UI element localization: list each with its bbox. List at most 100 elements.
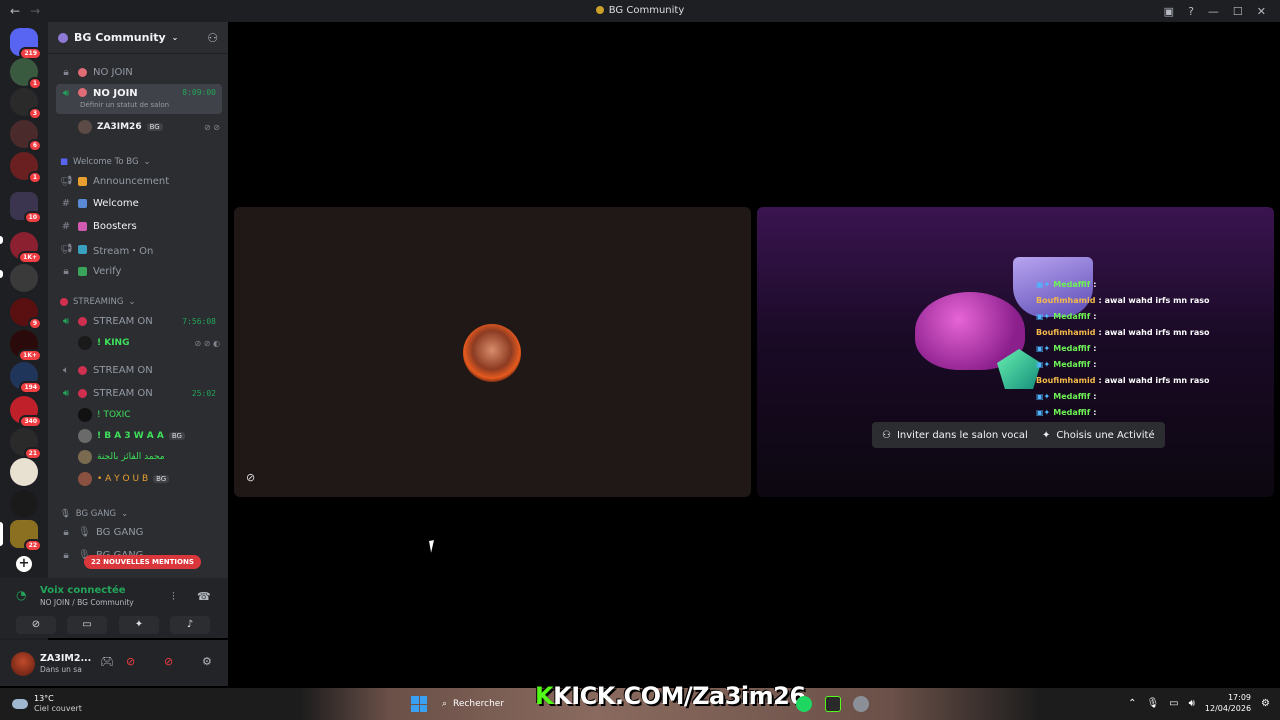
participant-avatar bbox=[463, 324, 521, 382]
server-icon[interactable] bbox=[10, 490, 38, 518]
signal-icon[interactable]: ◔ bbox=[16, 588, 26, 602]
voice-user[interactable]: ! TOXIC bbox=[78, 406, 220, 424]
invite-voice-button[interactable]: ⚇ Inviter dans le salon vocal bbox=[872, 422, 1038, 448]
server-icon-bg-community[interactable]: 22 bbox=[10, 520, 42, 552]
category-welcome[interactable]: ■ Welcome To BG ⌄ bbox=[60, 157, 151, 167]
guild-tag: BG bbox=[168, 432, 185, 440]
server-icon[interactable] bbox=[10, 458, 38, 486]
voice-channel-no-join-active[interactable]: 🔊︎ NO JOIN 8:09:00 Définir un statut de … bbox=[56, 84, 222, 114]
selected-pill bbox=[0, 522, 3, 546]
microphone-icon[interactable]: 🎙︎ bbox=[1146, 698, 1159, 709]
voice-user[interactable]: ! KING ⊘ ⊘ ◐ bbox=[78, 334, 220, 352]
voice-channel-stream-on[interactable]: 🔈︎ STREAM ON bbox=[56, 360, 222, 380]
participant-tile[interactable]: ⊘ bbox=[234, 207, 751, 497]
inbox-icon[interactable]: ▣ bbox=[1164, 5, 1174, 18]
guild-header[interactable]: BG Community ⌄ ⚇ bbox=[48, 22, 228, 54]
notification-icon[interactable]: ⚙ bbox=[1261, 698, 1270, 709]
clock[interactable]: 17:09 12/04/2026 bbox=[1205, 692, 1251, 714]
server-icon[interactable] bbox=[10, 264, 38, 292]
avatar[interactable] bbox=[11, 652, 35, 676]
activity-label: Choisis une Activité bbox=[1056, 429, 1155, 441]
channel-verify[interactable]: 🔒︎ Verify bbox=[56, 261, 222, 281]
badge: 1 bbox=[27, 77, 42, 90]
soundboard-button[interactable]: ♪ bbox=[170, 616, 210, 634]
network-icon[interactable]: ▭ bbox=[1169, 698, 1178, 709]
settings-icon[interactable] bbox=[853, 696, 869, 712]
help-icon[interactable]: ? bbox=[1188, 5, 1194, 18]
channel-welcome[interactable]: # Welcome bbox=[56, 193, 222, 213]
voice-user[interactable]: ! B A 3 W A A BG bbox=[78, 427, 220, 445]
chat-user: Medaffif bbox=[1053, 279, 1091, 289]
voice-user[interactable]: محمد الفائز بالجنة bbox=[78, 448, 220, 466]
voice-channel-stream-on[interactable]: 🔊︎ STREAM ON 7:56:08 bbox=[56, 311, 222, 331]
user-name[interactable]: ZA3IM2... bbox=[40, 653, 91, 664]
server-icon[interactable]: 9 bbox=[10, 298, 42, 330]
choose-activity-button[interactable]: ✦ Choisis une Activité bbox=[1032, 422, 1165, 448]
taskbar-search[interactable]: ⌕ Rechercher bbox=[436, 693, 532, 715]
server-icon[interactable]: 1 bbox=[10, 152, 42, 184]
app-icon[interactable] bbox=[825, 696, 841, 712]
home-button[interactable]: 219 bbox=[10, 28, 42, 60]
badge: 1K+ bbox=[18, 349, 42, 362]
badge: 22 bbox=[23, 539, 42, 552]
voice-location[interactable]: NO JOIN / BG Community bbox=[40, 598, 134, 607]
gear-icon[interactable]: ⚙ bbox=[202, 655, 212, 668]
chevron-up-icon[interactable]: ⌃ bbox=[1128, 698, 1136, 709]
server-icon[interactable]: 21 bbox=[10, 428, 42, 460]
channel-announcement[interactable]: 📢︎ Announcement bbox=[56, 171, 222, 191]
voice-channel-stream-on[interactable]: 🔊︎ STREAM ON 25:02 bbox=[56, 383, 222, 403]
server-icon[interactable]: 340 bbox=[10, 396, 42, 428]
voice-channel-bg-gang[interactable]: 🔒︎ 🎙︎ BG GANG bbox=[56, 522, 222, 542]
chat-user: Medaffif bbox=[1053, 407, 1091, 417]
minimize-button[interactable]: — bbox=[1208, 5, 1219, 18]
voice-status[interactable]: Voix connectée bbox=[40, 585, 126, 596]
maximize-button[interactable]: ☐ bbox=[1233, 5, 1243, 18]
server-icon[interactable]: 3 bbox=[10, 88, 42, 120]
volume-icon[interactable]: 🔊︎ bbox=[1189, 698, 1195, 709]
megaphone-icon: 📢︎ bbox=[60, 175, 73, 187]
mic-muted-icon[interactable]: ⊘ bbox=[126, 655, 135, 668]
guild-tag: BG bbox=[146, 123, 163, 131]
chevron-down-icon: ⌄ bbox=[143, 157, 151, 167]
camera-off-button[interactable]: ⊘ bbox=[16, 616, 56, 634]
chat-message: ▣✦Medaffif: bbox=[1036, 276, 1256, 292]
close-button[interactable]: ✕ bbox=[1257, 5, 1266, 18]
disconnect-icon[interactable]: ☎ bbox=[197, 590, 211, 603]
voice-channel-no-join[interactable]: 🔒︎ NO JOIN bbox=[56, 62, 222, 82]
add-server-button[interactable]: + bbox=[16, 556, 32, 572]
server-icon[interactable]: 1K+ bbox=[10, 330, 42, 362]
server-folder[interactable]: 10 bbox=[10, 192, 42, 224]
voice-user[interactable]: ZA3IM26 BG ⊘ ⊘ bbox=[78, 118, 220, 136]
windows-start-icon[interactable] bbox=[411, 696, 427, 712]
share-screen-button[interactable]: ▭ bbox=[67, 616, 107, 634]
server-icon[interactable]: 194 bbox=[10, 362, 42, 394]
server-icon[interactable]: 1 bbox=[10, 58, 42, 90]
chat-user: Boufimhamid bbox=[1036, 327, 1096, 337]
noise-suppression-icon[interactable]: ⫶ bbox=[172, 590, 175, 604]
speaker-icon: 🔊︎ bbox=[62, 387, 70, 399]
spotify-icon[interactable] bbox=[796, 696, 812, 712]
user-status: Dans un sa bbox=[40, 665, 82, 674]
temperature: 13°C bbox=[34, 694, 54, 703]
system-tray: ⌃ 🎙︎ ▭ 🔊︎ 17:09 12/04/2026 ⚙ bbox=[1128, 692, 1270, 714]
weather-widget[interactable]: 13°C Ciel couvert bbox=[12, 694, 82, 714]
server-icon[interactable]: 6 bbox=[10, 120, 42, 152]
activities-button[interactable]: ✦ bbox=[119, 616, 159, 634]
activity-icon: ✦ bbox=[1042, 429, 1051, 441]
server-icon[interactable]: 1K+ bbox=[10, 232, 42, 264]
chat-message: ▣✦Medaffif: bbox=[1036, 340, 1256, 356]
red-circle-icon bbox=[60, 298, 68, 306]
gamepad-icon[interactable]: 🎮︎ bbox=[100, 655, 114, 668]
category-streaming[interactable]: STREAMING ⌄ bbox=[60, 297, 136, 307]
headphones-muted-icon[interactable]: ⊘ bbox=[164, 655, 173, 668]
badge: 1 bbox=[27, 171, 42, 184]
channel-status[interactable]: Définir un statut de salon bbox=[80, 101, 169, 109]
channel-stream[interactable]: 📢︎ Stream・On bbox=[56, 239, 222, 259]
invite-people-icon[interactable]: ⚇ bbox=[207, 31, 218, 45]
user-name: • A Y O U B bbox=[97, 474, 149, 484]
channel-boosters[interactable]: # Boosters bbox=[56, 216, 222, 236]
new-mentions-button[interactable]: 22 NOUVELLES MENTIONS bbox=[84, 555, 201, 569]
category-bg-gang[interactable]: 🎙︎ BG GANG ⌄ bbox=[60, 509, 128, 519]
voice-user[interactable]: • A Y O U B BG bbox=[78, 470, 220, 488]
user-panel: ZA3IM2... Dans un sa 🎮︎ ⊘ ⊘ ⚙ bbox=[0, 640, 228, 686]
